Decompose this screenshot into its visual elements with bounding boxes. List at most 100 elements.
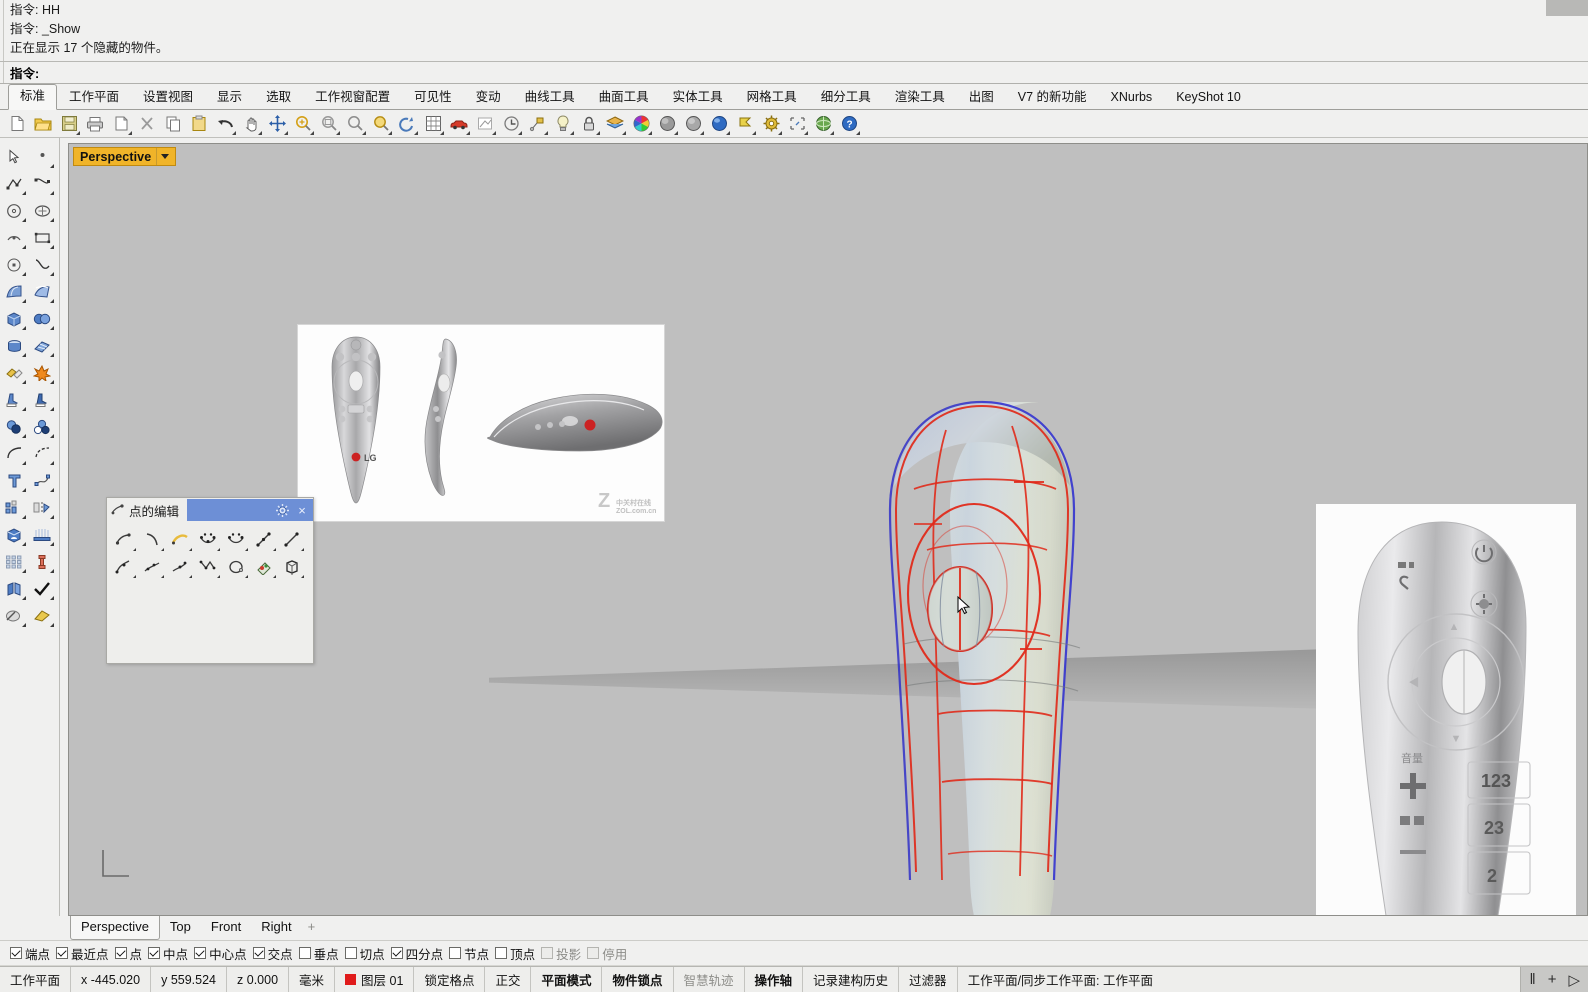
blend-curve-icon[interactable] (28, 440, 56, 467)
checkbox-icon[interactable] (114, 947, 127, 959)
mesh-plane-icon[interactable] (28, 332, 56, 359)
menu-tab-solid-tools[interactable]: 实体工具 (661, 85, 735, 110)
menu-tab-visibility[interactable]: 可见性 (402, 85, 464, 110)
new-file-icon[interactable] (5, 112, 29, 136)
status-toggle-osnap[interactable]: 物件锁点 (602, 967, 674, 992)
dimension-icon[interactable] (473, 112, 497, 136)
status-layer[interactable]: 图层 01 (335, 967, 415, 992)
rectangle-icon[interactable] (28, 224, 56, 251)
viewport-tab-right[interactable]: Right (251, 916, 301, 939)
checkbox-icon[interactable] (495, 947, 508, 959)
arc-icon[interactable] (0, 224, 28, 251)
osnap-endpoint[interactable]: 端点 (10, 944, 55, 963)
smooth-curve-icon[interactable] (166, 553, 194, 580)
copy-view-icon[interactable] (109, 112, 133, 136)
plus-icon[interactable]: + (1548, 971, 1557, 988)
rotate-view-icon[interactable] (395, 112, 419, 136)
color-wheel-icon[interactable] (629, 112, 653, 136)
polygon-icon[interactable] (0, 251, 28, 278)
menu-tab-cplane[interactable]: 工作平面 (57, 85, 131, 110)
menu-tab-select[interactable]: 选取 (254, 85, 303, 110)
array-icon[interactable] (0, 494, 28, 521)
osnap-tangent[interactable]: 切点 (344, 944, 390, 963)
checkbox-icon[interactable] (194, 947, 207, 959)
menu-tab-subd-tools[interactable]: 细分工具 (809, 85, 883, 110)
grid-snap-icon[interactable] (421, 112, 445, 136)
viewport-tab-front[interactable]: Front (201, 916, 251, 939)
check-validate-icon[interactable] (28, 575, 56, 602)
offset-icon[interactable] (0, 467, 28, 494)
osnap-perpendicular[interactable]: 垂点 (298, 944, 344, 963)
paste-clipboard-icon[interactable] (187, 112, 211, 136)
menu-tab-mesh-tools[interactable]: 网格工具 (735, 85, 809, 110)
ellipse-icon[interactable] (28, 197, 56, 224)
freeform-curve-icon[interactable] (28, 251, 56, 278)
hair-fur-icon[interactable] (28, 521, 56, 548)
cut-scissors-icon[interactable] (135, 112, 159, 136)
status-toggle-planar[interactable]: 平面模式 (531, 967, 603, 992)
open-folder-icon[interactable] (31, 112, 55, 136)
chevron-down-icon[interactable] (156, 148, 173, 165)
insert-knot-icon[interactable] (194, 526, 222, 553)
checkbox-icon[interactable] (390, 947, 403, 959)
cap-solid-icon[interactable] (0, 521, 28, 548)
osnap-vertex[interactable]: 顶点 (495, 944, 540, 963)
polyline-icon[interactable] (0, 170, 28, 197)
add-viewport-tab-button[interactable]: + (302, 916, 322, 937)
render-blue-icon[interactable] (707, 112, 731, 136)
surface-loft-icon[interactable] (0, 278, 28, 305)
clock-history-icon[interactable] (499, 112, 523, 136)
paint-point-icon[interactable] (250, 553, 278, 580)
status-toggle-grid-snap[interactable]: 锁定格点 (414, 967, 486, 992)
match-tangent-icon[interactable] (194, 553, 222, 580)
osnap-midpoint[interactable]: 中点 (148, 944, 193, 963)
gear-icon[interactable] (275, 503, 289, 517)
zoom-window-icon[interactable] (343, 112, 367, 136)
remove-control-point-icon[interactable] (278, 526, 306, 553)
pause-icon[interactable]: ‖ (1529, 971, 1535, 988)
menu-tab-render-tools[interactable]: 渲染工具 (883, 85, 957, 110)
sphere-blend-icon[interactable] (28, 305, 56, 332)
drag-grip-icon[interactable] (107, 499, 129, 521)
palette-title-bar[interactable]: 点的编辑 × (107, 498, 313, 522)
model-remote-body[interactable] (814, 234, 1134, 916)
point-edit-palette[interactable]: 点的编辑 × (106, 497, 314, 664)
command-prompt-row[interactable]: 指令: (0, 62, 1588, 84)
command-history-panel[interactable]: 指令: HH 指令: _Show 正在显示 17 个隐藏的物件。 (0, 0, 1588, 62)
remove-knot-icon[interactable] (222, 526, 250, 553)
checkbox-icon[interactable] (56, 947, 69, 959)
viewport-tab-perspective[interactable]: Perspective (70, 916, 160, 940)
menu-tab-xnurbs[interactable]: XNurbs (1099, 85, 1165, 110)
menu-tab-display[interactable]: 显示 (205, 85, 254, 110)
deform-cage-icon[interactable] (28, 548, 56, 575)
osnap-near[interactable]: 最近点 (56, 944, 114, 963)
checkbox-icon[interactable] (587, 947, 600, 959)
menu-tab-set-view[interactable]: 设置视图 (131, 85, 205, 110)
checkbox-icon[interactable] (148, 947, 161, 959)
curve-icon[interactable] (28, 170, 56, 197)
osnap-quadrant[interactable]: 四分点 (390, 944, 449, 963)
extrude-2-icon[interactable] (28, 386, 56, 413)
pan-hand-icon[interactable] (239, 112, 263, 136)
lock-icon[interactable] (577, 112, 601, 136)
flag-icon[interactable] (733, 112, 757, 136)
status-cplane-sync[interactable]: 工作平面/同步工作平面: 工作平面 (958, 967, 1163, 992)
viewport-title-button[interactable]: Perspective (73, 147, 177, 166)
surface-point-icon[interactable] (222, 553, 250, 580)
undo-arrow-icon[interactable] (213, 112, 237, 136)
surface-sweep-icon[interactable] (28, 278, 56, 305)
zoom-selected-icon[interactable] (369, 112, 393, 136)
bounding-box-icon[interactable] (785, 112, 809, 136)
fillet-curve-icon[interactable] (0, 440, 28, 467)
earth-globe-icon[interactable] (811, 112, 835, 136)
move-point-icon[interactable] (138, 553, 166, 580)
copy-icon[interactable] (161, 112, 185, 136)
next-icon[interactable]: ▷ (1568, 971, 1580, 989)
grid-array-icon[interactable] (0, 548, 28, 575)
boolean-union-icon[interactable] (0, 413, 28, 440)
trim-icon[interactable] (0, 602, 28, 629)
osnap-project[interactable]: 投影 (541, 944, 586, 963)
mirror-icon[interactable] (28, 494, 56, 521)
render-mat-icon[interactable] (28, 602, 56, 629)
save-icon[interactable] (57, 112, 81, 136)
